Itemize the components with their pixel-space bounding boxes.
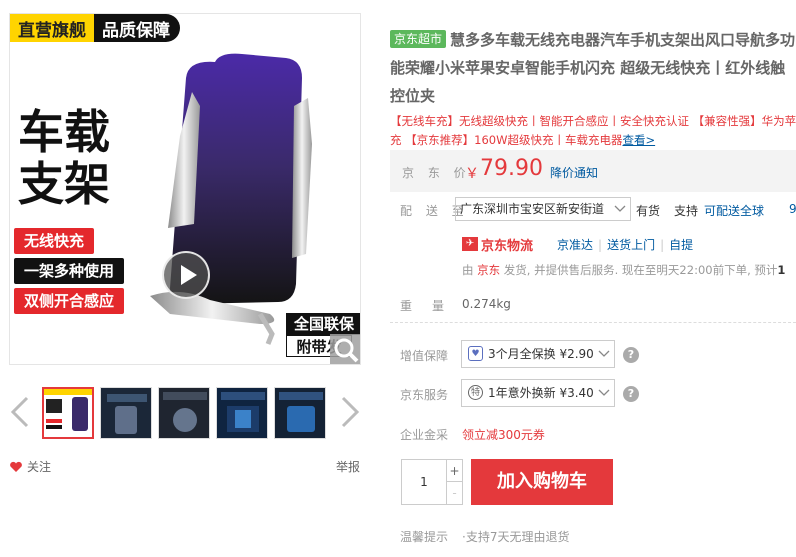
promo-text: 【无线车充】无线超级快充丨智能开合感应丨安全快充认证 【兼容性强】华为苹果小米无… bbox=[390, 112, 796, 150]
promo-view-link[interactable]: 查看> bbox=[622, 133, 655, 147]
ship-from-info: 由 京东 发货, 并提供售后服务. 现在至明天22:00前下单, 预计1 bbox=[462, 262, 785, 278]
warranty-help-icon[interactable]: ? bbox=[623, 347, 639, 363]
thumb-next-button[interactable] bbox=[339, 394, 361, 430]
special-icon: 特 bbox=[468, 385, 483, 400]
more-delivery-info[interactable]: 9 bbox=[789, 202, 796, 216]
follow-button[interactable]: 关注 bbox=[9, 458, 51, 475]
add-to-cart-button[interactable]: 加入购物车 bbox=[471, 459, 613, 505]
carrier-name: 京东物流 bbox=[481, 238, 534, 254]
headline-line-1: 车载 bbox=[18, 105, 110, 159]
price-value: 79.90 bbox=[480, 156, 543, 181]
stock-status: 有货 bbox=[636, 204, 661, 218]
jd-service-option: 1年意外换新 ¥3.40 bbox=[488, 386, 594, 400]
warranty-select[interactable]: ♥ 3个月全保换 ¥2.90 bbox=[461, 340, 615, 368]
promo-line-2: 充 【京东推荐】160W超级快充丨车载充电器查看> bbox=[390, 131, 796, 150]
thumbnail-5-image bbox=[279, 392, 323, 432]
warranty-label: 增值保障 bbox=[400, 349, 449, 363]
feature-auto-open: 双侧开合感应 bbox=[14, 288, 125, 314]
store-tag: 京东超市 bbox=[390, 30, 447, 48]
badge-quality: 品质保障 bbox=[94, 14, 180, 42]
video-play-button[interactable] bbox=[162, 251, 210, 299]
delivery-services: 京准达 | 送货上门 | 自提 bbox=[557, 238, 694, 252]
thumbnail-3[interactable] bbox=[158, 387, 210, 439]
address-text: 广东深圳市宝安区新安街道 bbox=[460, 202, 605, 216]
jd-service-select[interactable]: 特 1年意外换新 ¥3.40 bbox=[461, 379, 615, 407]
weight-label: 重量 bbox=[400, 299, 465, 313]
report-link[interactable]: 举报 bbox=[336, 458, 360, 475]
support-label: 支持 bbox=[674, 204, 699, 218]
thumbnail-2[interactable] bbox=[100, 387, 152, 439]
chevron-down-icon bbox=[598, 341, 610, 377]
zoom-button[interactable] bbox=[330, 334, 360, 364]
ship-text: 发货, 并提供售后服务. 现在至明天22:00前下单, 预计 bbox=[500, 263, 778, 277]
jd-logistics-icon: ✈ bbox=[462, 237, 478, 251]
chevron-left-icon bbox=[10, 396, 29, 428]
price-drop-notify-link[interactable]: 降价通知 bbox=[550, 164, 598, 181]
chevron-down-icon bbox=[598, 380, 610, 416]
coupon-link[interactable]: 领立减300元券 bbox=[462, 426, 545, 443]
tips-label: 温馨提示 bbox=[400, 530, 449, 544]
currency-symbol: ￥ bbox=[465, 166, 479, 182]
global-shipping-link[interactable]: 可配送全球 bbox=[704, 204, 764, 218]
thumbnail-strip bbox=[9, 384, 361, 440]
enterprise-finance-label: 企业金采 bbox=[400, 428, 449, 442]
jd-service-help-icon[interactable]: ? bbox=[623, 386, 639, 402]
headline-line-2: 支架 bbox=[18, 157, 110, 211]
follow-label: 关注 bbox=[27, 460, 52, 474]
feature-multi-use: 一架多种使用 bbox=[14, 258, 125, 284]
ship-prefix: 由 bbox=[462, 263, 478, 277]
heart-icon bbox=[10, 461, 22, 472]
chevron-right-icon bbox=[341, 396, 360, 428]
quantity-input[interactable]: 1 bbox=[402, 460, 446, 504]
weight-value: 0.274kg bbox=[462, 297, 511, 311]
address-selector[interactable]: 广东深圳市宝安区新安街道 bbox=[455, 197, 631, 221]
divider bbox=[390, 322, 796, 323]
thumbnail-4[interactable] bbox=[216, 387, 268, 439]
quantity-decrease-button[interactable]: - bbox=[446, 482, 462, 504]
thumbnail-3-image bbox=[163, 392, 207, 432]
promo-line-1: 【无线车充】无线超级快充丨智能开合感应丨安全快充认证 【兼容性强】华为苹果小米无… bbox=[390, 114, 796, 128]
thumbnail-1-image bbox=[44, 389, 92, 431]
service-on-time[interactable]: 京准达 bbox=[557, 238, 593, 252]
badge-national-warranty: 全国联保 bbox=[286, 313, 360, 335]
feature-wireless-fast-charge: 无线快充 bbox=[14, 228, 95, 254]
thumb-prev-button[interactable] bbox=[9, 394, 31, 430]
ship-seller-link[interactable]: 京东 bbox=[477, 263, 500, 277]
service-door-delivery[interactable]: 送货上门 bbox=[607, 238, 655, 252]
service-self-pickup[interactable]: 自提 bbox=[669, 238, 693, 252]
chevron-down-icon bbox=[614, 198, 626, 228]
shield-icon: ♥ bbox=[468, 346, 483, 361]
support-info: 支持 可配送全球 bbox=[674, 202, 764, 219]
jd-logistics-logo: ✈ 京东物流 bbox=[462, 235, 534, 254]
thumbnail-2-image bbox=[107, 394, 147, 434]
promo-line-2-text: 充 【京东推荐】160W超级快充丨车载充电器 bbox=[390, 133, 623, 147]
image-headline: 车载 支架 bbox=[18, 106, 110, 210]
price-box: 京 东 价 ￥ 79.90 降价通知 bbox=[390, 150, 796, 192]
price-label: 京 东 价 bbox=[402, 166, 471, 180]
badge-direct-flagship: 直营旗舰 bbox=[10, 14, 94, 42]
thumbnail-1[interactable] bbox=[42, 387, 94, 439]
ship-eta: 1 bbox=[777, 263, 786, 277]
quantity-increase-button[interactable]: + bbox=[446, 460, 462, 482]
quantity-stepper: 1 + - bbox=[401, 459, 463, 505]
thumbnail-4-image bbox=[221, 392, 265, 432]
product-title: 京东超市 慧多多车载无线充电器汽车手机支架出风口导航多功能荣耀小米苹果安卓智能手机… bbox=[390, 26, 796, 110]
play-icon bbox=[181, 265, 197, 285]
product-title-text: 慧多多车载无线充电器汽车手机支架出风口导航多功能荣耀小米苹果安卓智能手机闪充 超… bbox=[390, 31, 796, 105]
main-product-image[interactable]: 直营旗舰 品质保障 车载 支架 无线快充 一架多种使用 双侧开合感应 全国联保 … bbox=[9, 13, 361, 365]
warranty-option: 3个月全保换 ¥2.90 bbox=[488, 347, 594, 361]
store-banner: 直营旗舰 品质保障 bbox=[10, 14, 180, 42]
tips-value: ·支持7天无理由退货 bbox=[462, 530, 570, 544]
jd-service-label: 京东服务 bbox=[400, 388, 449, 402]
thumbnail-5[interactable] bbox=[274, 387, 326, 439]
magnifier-icon bbox=[334, 338, 359, 363]
